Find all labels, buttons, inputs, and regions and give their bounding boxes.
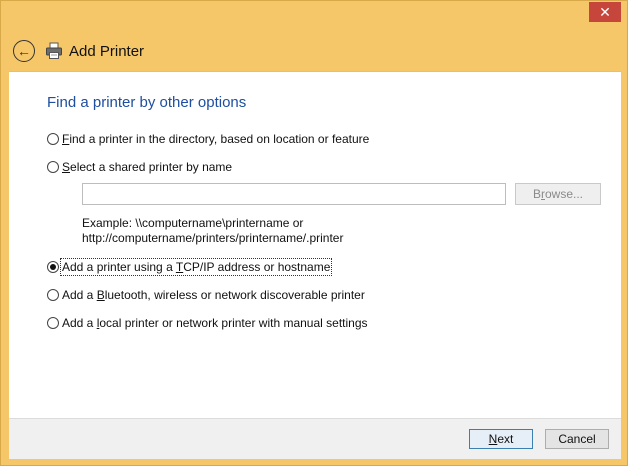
option-label: Find a printer in the directory, based o… [62,132,370,146]
wizard-footer: Next Cancel [9,418,621,459]
close-icon: ✕ [599,4,611,20]
option-label: Add a Bluetooth, wireless or network dis… [62,288,365,302]
option-tcpip[interactable]: Add a printer using a TCP/IP address or … [47,258,333,276]
option-local-printer[interactable]: Add a local printer or network printer w… [47,314,368,332]
page-heading: Find a printer by other options [47,94,247,111]
wizard-header: ← Add Printer [9,32,621,70]
shared-printer-name-input[interactable] [82,183,506,205]
example-line: Example: \\computername\printername or [82,216,304,230]
wizard-content: Find a printer by other options Find a p… [9,71,621,419]
option-label: Add a local printer or network printer w… [62,316,368,330]
example-hint: Example: \\computername\printername or h… [82,216,502,246]
option-directory-search[interactable]: Find a printer in the directory, based o… [47,130,369,148]
browse-button[interactable]: Br owse... [515,183,601,205]
option-label: Select a shared printer by name [62,160,233,174]
back-arrow-icon: ← [17,43,31,59]
option-shared-printer[interactable]: Select a shared printer by name [47,158,232,176]
close-button[interactable]: ✕ [589,2,621,22]
option-bluetooth-wireless[interactable]: Add a Bluetooth, wireless or network dis… [47,286,365,304]
radio-button-selected[interactable] [47,261,59,273]
radio-button[interactable] [47,133,59,145]
add-printer-window: ✕ ← Add Printer Find a printer by other … [0,0,628,466]
next-button[interactable]: Next [469,429,533,449]
printer-icon [46,42,62,59]
radio-button[interactable] [47,161,59,173]
example-line: http://computername/printers/printername… [82,231,344,245]
radio-button[interactable] [47,289,59,301]
cancel-button[interactable]: Cancel [545,429,609,449]
option-label: Add a printer using a TCP/IP address or … [59,258,333,276]
back-button[interactable]: ← [13,40,35,62]
radio-button[interactable] [47,317,59,329]
window-title: Add Printer [69,42,145,60]
